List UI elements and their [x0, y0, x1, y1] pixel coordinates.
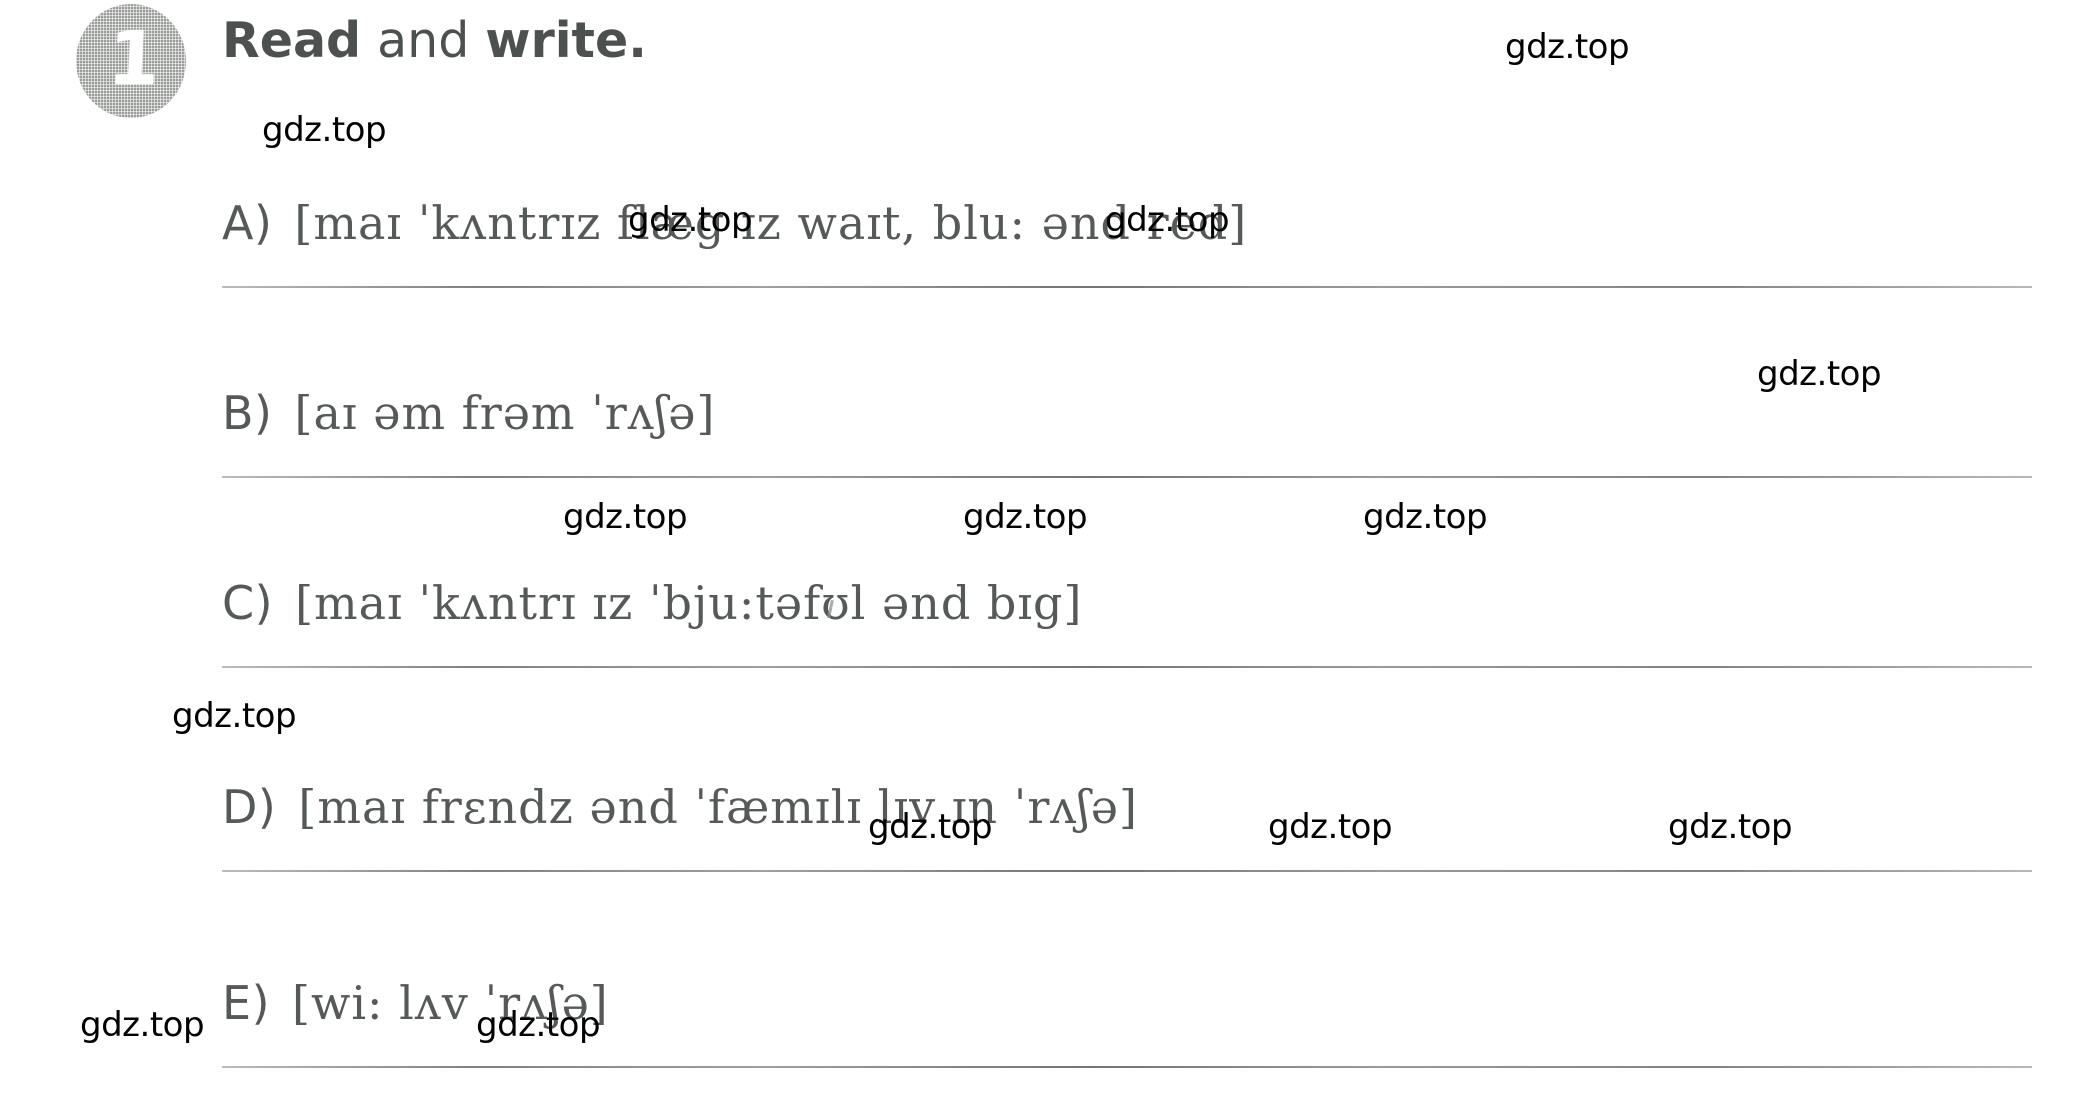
- answer-writing-line[interactable]: [222, 286, 2032, 288]
- watermark: gdz.top: [1505, 27, 1630, 67]
- watermark: gdz.top: [963, 497, 1088, 537]
- item-label: B): [222, 386, 273, 440]
- watermark: gdz.top: [1105, 200, 1230, 240]
- item-label: D): [222, 780, 277, 834]
- transcription-line: B) [aɪ əm frəm ˈrʌʃə]: [222, 390, 715, 436]
- watermark: gdz.top: [868, 807, 993, 847]
- transcription-row: A) [maɪ ˈkʌntrɪz flæg ɪz waɪt, blu: ənd r…: [222, 110, 2032, 288]
- answer-writing-line[interactable]: [222, 1066, 2032, 1068]
- exercise-number-badge: 1: [76, 4, 186, 118]
- watermark: gdz.top: [1668, 807, 1793, 847]
- watermark: gdz.top: [172, 696, 297, 736]
- watermark: gdz.top: [1363, 497, 1488, 537]
- page-title: Read and write.: [222, 14, 647, 68]
- transcription-row: C) [maɪ ˈkʌntrɪ ɪz ˈbju:təfʊl ənd bɪg]: [222, 490, 2032, 668]
- worksheet-page: 1 Read and write. A) [maɪ ˈkʌntrɪz flæg ɪz …: [0, 0, 2093, 1098]
- watermark: gdz.top: [262, 110, 387, 150]
- watermark: gdz.top: [1268, 807, 1393, 847]
- watermark: gdz.top: [563, 497, 688, 537]
- transcription-line: D) [maɪ frɛndz ənd ˈfæmɪlɪ lɪv ɪn ˈrʌʃə]: [222, 784, 1138, 830]
- instruction-period: .: [628, 12, 647, 69]
- instruction-word-read: Read: [222, 12, 362, 69]
- watermark: gdz.top: [628, 200, 753, 240]
- answer-writing-line[interactable]: [222, 476, 2032, 478]
- watermark: gdz.top: [476, 1005, 601, 1045]
- item-transcription: [maɪ ˈkʌntrɪ ɪz ˈbju:təfʊl ənd bɪg]: [295, 576, 1083, 630]
- answer-writing-line[interactable]: [222, 666, 2032, 668]
- watermark: gdz.top: [1757, 354, 1882, 394]
- item-label: C): [222, 576, 274, 630]
- watermark: gdz.top: [80, 1005, 205, 1045]
- instruction-word-and: and: [377, 12, 470, 69]
- item-label: A): [222, 196, 273, 250]
- item-transcription: [aɪ əm frəm ˈrʌʃə]: [294, 386, 716, 440]
- instruction-word-write: write: [485, 12, 629, 69]
- transcription-line: C) [maɪ ˈkʌntrɪ ɪz ˈbju:təfʊl ənd bɪg]: [222, 580, 1082, 626]
- exercise-number-label: 1: [105, 16, 163, 102]
- item-transcription: [maɪ frɛndz ənd ˈfæmɪlɪ lɪv ɪn ˈrʌʃə]: [298, 780, 1138, 834]
- item-label: E): [222, 976, 271, 1030]
- answer-writing-line[interactable]: [222, 870, 2032, 872]
